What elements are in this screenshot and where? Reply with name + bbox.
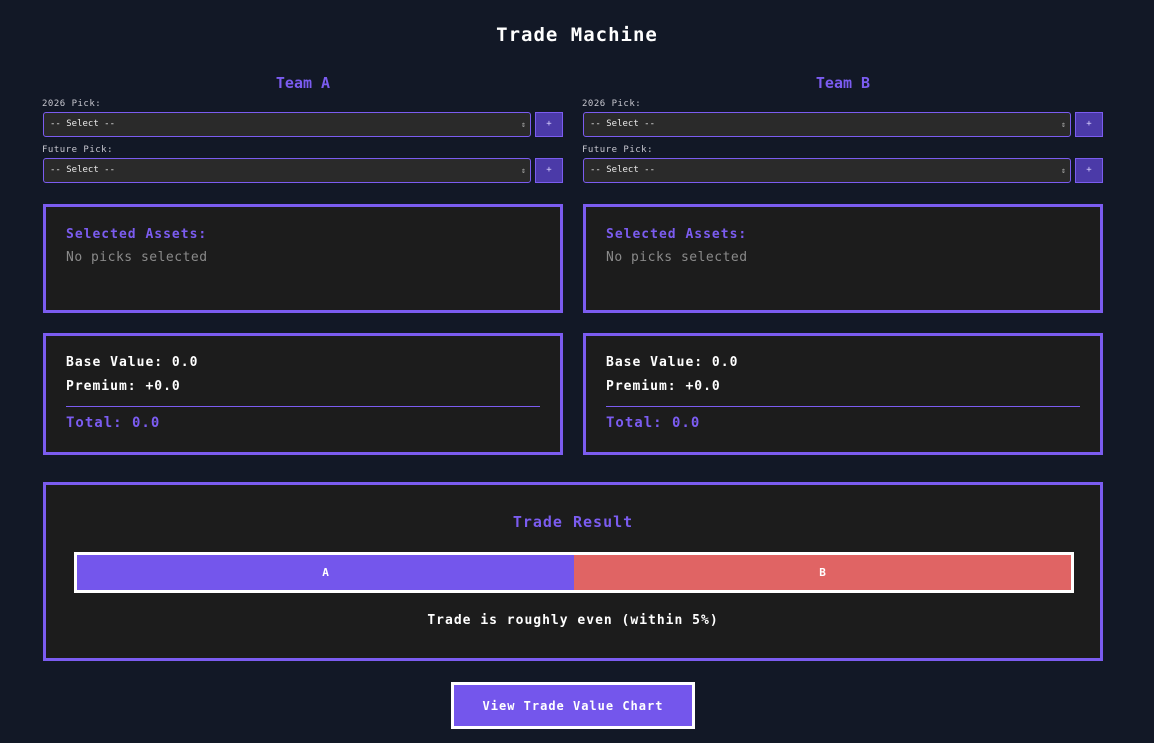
team-b-future-pick-select[interactable]: -- Select -- ⇕ xyxy=(583,158,1071,183)
trade-result-message: Trade is roughly even (within 5%) xyxy=(427,613,719,628)
team-b-value-summary: Base Value: 0.0 Premium: +0.0 Total: 0.0 xyxy=(583,333,1103,455)
team-b-assets-empty: No picks selected xyxy=(606,250,748,265)
team-b-future-pick-label: Future Pick: xyxy=(582,145,654,155)
team-a-2026-pick-select[interactable]: -- Select -- ⇕ xyxy=(43,112,531,137)
team-b-future-pick-value: -- Select -- xyxy=(590,165,656,175)
team-a-value-summary: Base Value: 0.0 Premium: +0.0 Total: 0.0 xyxy=(43,333,563,455)
team-a-assets-empty: No picks selected xyxy=(66,250,208,265)
team-a-add-2026-pick-button[interactable]: + xyxy=(535,112,563,137)
trade-bar-team-a: A xyxy=(77,555,574,590)
team-b-add-2026-pick-button[interactable]: + xyxy=(1075,112,1103,137)
team-a-panel: Team A 2026 Pick: -- Select -- ⇕ + Futur… xyxy=(42,72,563,455)
team-b-2026-pick-select[interactable]: -- Select -- ⇕ xyxy=(583,112,1071,137)
trade-result-panel: Trade Result A B Trade is roughly even (… xyxy=(43,482,1103,661)
select-arrows-icon: ⇕ xyxy=(521,120,526,129)
team-b-selected-assets: Selected Assets: No picks selected xyxy=(583,204,1103,313)
select-arrows-icon: ⇕ xyxy=(521,166,526,175)
team-a-2026-pick-label: 2026 Pick: xyxy=(42,99,102,109)
team-a-assets-title: Selected Assets: xyxy=(66,227,208,242)
team-b-2026-pick-label: 2026 Pick: xyxy=(582,99,642,109)
page-title: Trade Machine xyxy=(496,24,658,46)
divider xyxy=(606,406,1080,407)
team-b-base-value: Base Value: 0.0 xyxy=(606,355,739,370)
team-b-2026-pick-value: -- Select -- xyxy=(590,119,656,129)
team-a-base-value: Base Value: 0.0 xyxy=(66,355,199,370)
team-b-name: Team B xyxy=(815,74,871,92)
select-arrows-icon: ⇕ xyxy=(1061,166,1066,175)
team-a-name: Team A xyxy=(275,74,331,92)
team-b-premium: Premium: +0.0 xyxy=(606,379,721,394)
select-arrows-icon: ⇕ xyxy=(1061,120,1066,129)
team-b-add-future-pick-button[interactable]: + xyxy=(1075,158,1103,183)
team-a-2026-pick-value: -- Select -- xyxy=(50,119,116,129)
trade-bar-team-b: B xyxy=(574,555,1071,590)
team-b-panel: Team B 2026 Pick: -- Select -- ⇕ + Futur… xyxy=(582,72,1103,455)
team-a-premium: Premium: +0.0 xyxy=(66,379,181,394)
team-a-future-pick-label: Future Pick: xyxy=(42,145,114,155)
view-trade-value-chart-button[interactable]: View Trade Value Chart xyxy=(451,682,695,729)
team-a-add-future-pick-button[interactable]: + xyxy=(535,158,563,183)
team-a-selected-assets: Selected Assets: No picks selected xyxy=(43,204,563,313)
trade-result-title: Trade Result xyxy=(512,513,634,531)
team-b-assets-title: Selected Assets: xyxy=(606,227,748,242)
team-a-future-pick-select[interactable]: -- Select -- ⇕ xyxy=(43,158,531,183)
team-b-total: Total: 0.0 xyxy=(606,415,701,431)
team-a-future-pick-value: -- Select -- xyxy=(50,165,116,175)
trade-balance-bar: A B xyxy=(74,552,1074,593)
divider xyxy=(66,406,540,407)
team-a-total: Total: 0.0 xyxy=(66,415,161,431)
